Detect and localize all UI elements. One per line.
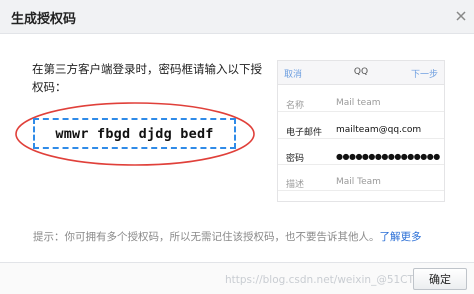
phone-preview: QQ 取消 下一步 名称 Mail team 电子邮件 mailteam@qq.…	[277, 60, 445, 202]
phone-row-label: 密码	[286, 154, 305, 164]
phone-cancel-label: 取消	[284, 70, 303, 80]
phone-row-value: Mail team	[336, 98, 381, 108]
auth-code-dialog: 生成授权码 在第三方客户端登录时，密码框请输入以下授权码： wmwr fbgd …	[0, 0, 474, 294]
close-icon[interactable]	[452, 7, 470, 25]
auth-code-box[interactable]: wmwr fbgd djdg bedf	[33, 118, 236, 149]
tip-message: 提示：你可拥有多个授权码，所以无需记住该授权码，也不要告诉其他人。	[33, 231, 380, 243]
learn-more-link[interactable]: 了解更多	[380, 231, 422, 243]
auth-code-text[interactable]: wmwr fbgd djdg bedf	[55, 126, 213, 142]
phone-row-email: 电子邮件 mailteam@qq.com	[278, 121, 444, 139]
phone-row-label: 描述	[286, 180, 305, 190]
phone-next-label: 下一步	[410, 70, 438, 80]
phone-row-label: 电子邮件	[286, 128, 323, 138]
watermark-text: https://blog.csdn.net/weixin_@51CTO博客	[225, 274, 444, 286]
phone-row-password: 密码 ●●●●●●●●●●●●●●●●	[278, 147, 444, 165]
ok-button[interactable]: 确定	[413, 268, 467, 290]
dialog-header: 生成授权码	[0, 0, 474, 34]
phone-row-value: ●●●●●●●●●●●●●●●●	[336, 152, 440, 161]
dialog-footer: https://blog.csdn.net/weixin_@51CTO博客 确定	[0, 262, 474, 294]
phone-row-description: 描述 Mail Team	[278, 173, 444, 191]
tip-text: 提示：你可拥有多个授权码，所以无需记住该授权码，也不要告诉其他人。了解更多	[33, 229, 422, 244]
phone-row-value: mailteam@qq.com	[336, 125, 422, 135]
phone-row-name: 名称 Mail team	[278, 94, 444, 112]
phone-row-value: Mail Team	[336, 177, 381, 187]
instruction-text: 在第三方客户端登录时，密码框请输入以下授权码：	[32, 62, 262, 94]
phone-preview-header: QQ 取消 下一步	[278, 61, 444, 85]
dialog-title: 生成授权码	[11, 12, 77, 27]
phone-row-label: 名称	[286, 101, 305, 111]
